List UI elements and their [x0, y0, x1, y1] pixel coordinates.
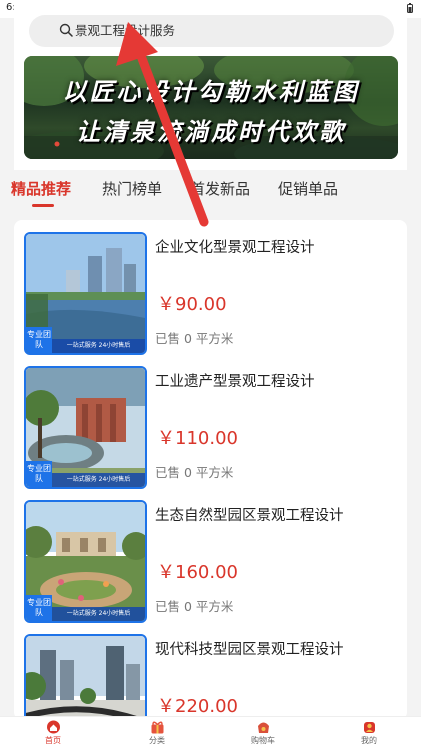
- product-thumbnail: [24, 634, 147, 726]
- product-service-strip: 一站式服务 24小时售后: [52, 607, 145, 621]
- battery-icon: [407, 3, 413, 13]
- category-tabs: 精品推荐 热门榜单 首发新品 促销单品: [0, 170, 421, 210]
- product-thumbnail: 专业团队 一站式服务 24小时售后: [24, 366, 147, 489]
- promo-banner[interactable]: 以匠心设计勾勒水利蓝图 让清泉流淌成时代欢歌: [24, 56, 398, 159]
- product-title: 现代科技型园区景观工程设计: [155, 642, 344, 658]
- nav-label: 分类: [149, 736, 165, 745]
- product-thumbnail: 专业团队 一站式服务 24小时售后: [24, 232, 147, 355]
- product-sold-count: 已售 0 平方米: [155, 465, 234, 480]
- gift-icon: [151, 721, 163, 734]
- product-card[interactable]: 专业团队 一站式服务 24小时售后 生态自然型园区景观工程设计 ￥160.00 …: [24, 492, 398, 623]
- banner-subheadline: 让清泉流淌成时代欢歌: [76, 118, 346, 146]
- product-badge: 专业团队: [26, 327, 52, 353]
- tab-featured[interactable]: 精品推荐: [11, 179, 71, 199]
- nav-label: 购物车: [251, 736, 275, 745]
- product-badge: 专业团队: [26, 595, 52, 621]
- nav-home[interactable]: 首页: [28, 720, 78, 746]
- product-title: 工业遗产型景观工程设计: [155, 374, 315, 390]
- active-tab-indicator: [32, 204, 54, 207]
- user-icon: [363, 722, 375, 733]
- product-badge: 专业团队: [26, 461, 52, 487]
- nav-profile[interactable]: 我的: [344, 720, 394, 746]
- product-sold-count: 已售 0 平方米: [155, 331, 234, 346]
- home-icon: [46, 720, 60, 734]
- search-bar[interactable]: 景观工程设计服务: [29, 15, 394, 47]
- cart-bag-icon: [257, 722, 269, 733]
- tab-new-release[interactable]: 首发新品: [190, 179, 250, 199]
- product-price: ￥90.00: [157, 294, 227, 315]
- product-service-strip: 一站式服务 24小时售后: [52, 339, 145, 353]
- product-title: 企业文化型景观工程设计: [155, 240, 315, 256]
- product-title: 生态自然型园区景观工程设计: [155, 508, 344, 524]
- product-thumbnail: 专业团队 一站式服务 24小时售后: [24, 500, 147, 623]
- search-text: 景观工程设计服务: [75, 23, 176, 38]
- product-card[interactable]: 专业团队 一站式服务 24小时售后 工业遗产型景观工程设计 ￥110.00 已售…: [24, 358, 398, 489]
- product-price: ￥220.00: [157, 696, 238, 717]
- search-icon: [59, 23, 73, 37]
- product-sold-count: 已售 0 平方米: [155, 599, 234, 614]
- product-image: [26, 636, 145, 724]
- bottom-navigation: 首页 分类 购物车 我的: [0, 716, 421, 748]
- product-card[interactable]: 专业团队 一站式服务 24小时售后 企业文化型景观工程设计 ￥90.00 已售 …: [24, 224, 398, 355]
- nav-cart[interactable]: 购物车: [238, 720, 288, 746]
- product-service-strip: 一站式服务 24小时售后: [52, 473, 145, 487]
- nav-label: 我的: [361, 736, 377, 745]
- nav-label: 首页: [45, 736, 61, 745]
- tab-hot-list[interactable]: 热门榜单: [102, 179, 162, 199]
- banner-headline: 以匠心设计勾勒水利蓝图: [62, 78, 360, 106]
- product-price: ￥110.00: [157, 428, 238, 449]
- product-price: ￥160.00: [157, 562, 238, 583]
- tab-promotion[interactable]: 促销单品: [278, 179, 338, 199]
- nav-category[interactable]: 分类: [132, 720, 182, 746]
